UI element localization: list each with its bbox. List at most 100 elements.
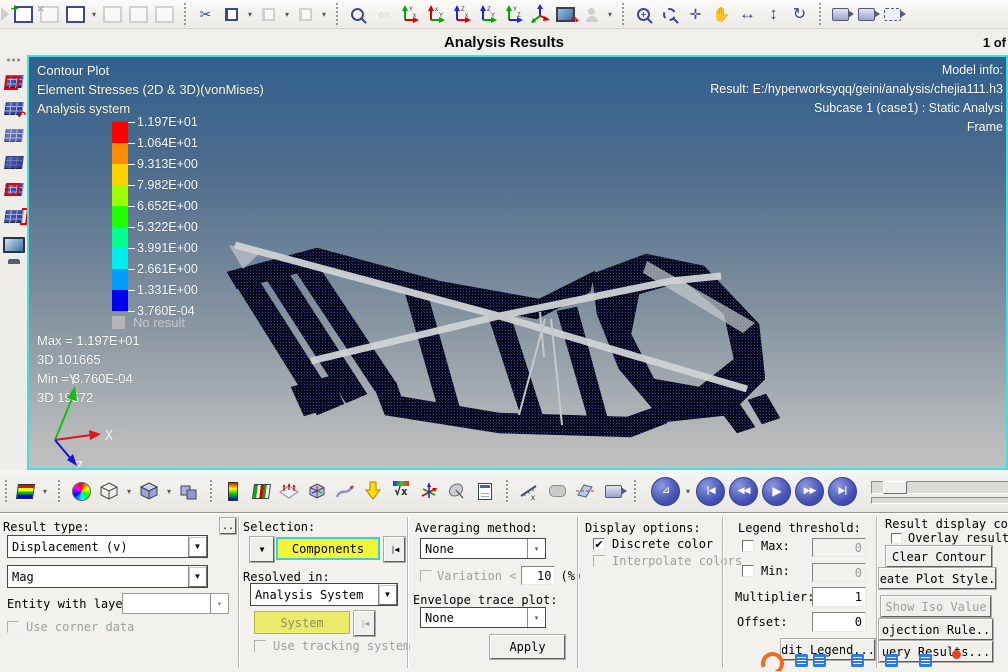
use-tracking-checkbox[interactable] [254,640,266,652]
rotate-button[interactable]: ↻ [788,3,811,26]
view-xy-bottom-button[interactable]: xY [424,3,447,26]
mesh-edge-icon[interactable] [3,203,29,229]
entity-layers-combo[interactable]: ▾ [122,593,229,614]
add-page-button[interactable]: + [10,2,35,26]
frame-slider-thumb[interactable] [883,481,907,494]
shaded-caret[interactable]: ▾ [165,487,173,496]
expand-panel-button[interactable]: .. [220,518,236,534]
capture-animation-button[interactable] [601,479,627,503]
fit-view-button[interactable] [346,3,369,26]
user-view-button[interactable] [580,3,603,26]
use-corner-data-checkbox[interactable] [7,621,19,633]
contour-button[interactable] [221,479,245,503]
min-checkbox[interactable] [742,565,754,577]
paste-special-caret[interactable]: ▾ [320,10,328,19]
view-yz-button[interactable]: ZY [476,3,499,26]
contour-panel-caret[interactable]: ▾ [41,487,49,496]
tracking-system-button[interactable] [417,479,441,503]
deformed-shape-button[interactable] [333,479,357,503]
circle-zoom-button[interactable] [658,3,681,26]
system-reset-button[interactable]: |◀ [354,611,375,636]
hand-button[interactable]: ✋ [710,3,733,26]
max-input[interactable] [812,538,866,557]
paste-button[interactable] [257,3,280,26]
mesh-plain-icon[interactable] [3,122,24,148]
result-type-combo[interactable]: Displacement (v) ▼ [7,535,208,558]
apply-style-button[interactable] [361,479,385,503]
averaging-button[interactable]: √x [389,479,413,503]
show-iso-value-button[interactable]: Show Iso Value [881,596,991,617]
tensor-plot-button[interactable] [305,479,329,503]
interpolate-colors-checkbox[interactable] [593,555,605,567]
annotation-button[interactable] [545,479,569,503]
notes-button[interactable] [473,479,497,503]
capture-image-button[interactable] [829,3,854,26]
multiplier-input[interactable] [812,587,866,607]
restore-window-button[interactable] [153,3,176,26]
vector-plot-button[interactable] [277,479,301,503]
contour-panel-button[interactable] [13,479,37,503]
page-layout-caret[interactable]: ▾ [90,10,98,19]
zoom-in-button[interactable]: + [632,3,655,26]
system-collector-button[interactable]: System [254,611,350,634]
capture-region-button[interactable] [881,3,906,26]
copy-caret[interactable]: ▾ [246,10,254,19]
apply-button[interactable]: Apply [490,635,565,659]
wireframe-caret[interactable]: ▾ [125,487,133,496]
last-frame-button[interactable]: ▶| [828,476,857,506]
mesh-select-icon[interactable] [3,176,24,202]
combo-arrow-icon[interactable]: ▾ [527,608,545,627]
offset-input[interactable] [812,612,866,632]
view-xz-button[interactable]: Zx [450,3,473,26]
monitor-icon[interactable] [2,230,25,261]
screen-refresh-button[interactable]: ↷ [554,3,579,27]
selector-switch-button[interactable]: ▼ [250,537,274,562]
max-checkbox[interactable] [742,540,754,552]
paste-caret[interactable]: ▾ [283,10,291,19]
next-frame-button[interactable]: ▶▶ [795,476,824,506]
projection-rule-button[interactable]: ojection Rule.. [879,619,993,640]
first-frame-button[interactable]: |◀ [696,476,725,506]
variation-checkbox[interactable] [420,569,432,582]
apply-result-icon[interactable]: ↶ [3,95,26,122]
view-iso-button[interactable] [528,3,551,26]
graphics-viewport[interactable]: Contour Plot Element Stresses (2D & 3D)(… [27,55,1008,470]
create-plot-style-button[interactable]: eate Plot Style. [879,568,996,589]
element-rep-button[interactable] [177,479,201,503]
vertical-move-button[interactable]: ↕ [762,3,785,26]
paste-special-button[interactable] [294,3,317,26]
view-xy-top-button[interactable]: Yx [398,3,421,26]
overlay-checkbox[interactable] [891,532,902,544]
animation-mode-caret[interactable]: ▾ [684,487,692,496]
speed-slider-track[interactable] [871,497,1008,504]
delete-page-button[interactable]: × [36,2,61,26]
user-view-caret[interactable]: ▾ [606,10,614,19]
copy-button[interactable] [220,3,243,26]
dish-antenna-button[interactable] [445,479,469,503]
chassis-model[interactable] [199,219,821,441]
section-cut-button[interactable] [573,479,597,503]
result-component-combo[interactable]: Mag ▼ [7,565,208,588]
sidebar-grip[interactable] [5,58,22,62]
play-button[interactable]: ▶ [762,476,791,506]
cut-button[interactable]: ✂ [194,3,217,26]
capture-video-button[interactable] [855,3,880,26]
shaded-mode-button[interactable] [137,479,161,503]
color-wheel-button[interactable] [69,479,93,503]
discrete-color-checkbox[interactable]: ✔ [593,538,605,551]
wireframe-mode-button[interactable] [97,479,121,503]
page-layout-button[interactable] [64,3,87,26]
view-zy-button[interactable]: YZ [502,3,525,26]
combo-arrow-icon[interactable]: ▾ [527,539,545,558]
min-input[interactable] [812,563,866,582]
animation-mode-button[interactable]: ⊿ [651,476,680,506]
expand-window-button[interactable] [101,3,124,26]
contour-panel-icon[interactable] [3,68,24,94]
clear-contour-button[interactable]: Clear Contour [886,546,992,567]
collector-reset-button[interactable]: |◀ [384,537,405,562]
resolved-in-combo[interactable]: Analysis System ▼ [250,583,398,606]
averaging-combo[interactable]: None ▾ [420,538,546,559]
variation-input[interactable] [521,566,556,585]
measure-button[interactable]: x [517,479,541,503]
swap-window-button[interactable] [127,3,150,26]
